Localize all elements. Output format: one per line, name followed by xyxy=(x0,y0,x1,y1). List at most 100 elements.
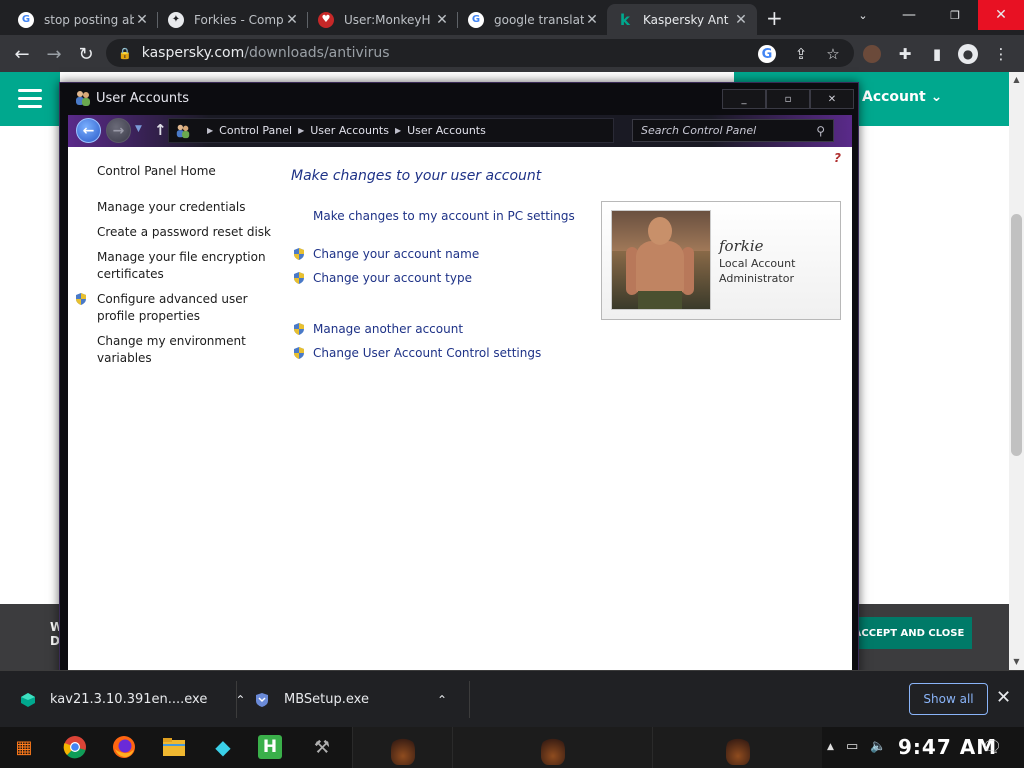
sidebar-password-reset-disk[interactable]: Create a password reset disk xyxy=(97,224,277,241)
account-role: Administrator xyxy=(719,272,794,285)
breadcrumb-control-panel[interactable]: Control Panel xyxy=(219,124,292,137)
show-all-button[interactable]: Show all xyxy=(909,683,988,715)
volume-icon[interactable]: 🔈 xyxy=(870,739,886,754)
extensions-icon[interactable]: ✚ xyxy=(894,43,916,65)
page-scrollbar[interactable]: ▲ ▼ xyxy=(1009,72,1024,670)
breadcrumb[interactable]: ▶ Control Panel ▶ User Accounts ▶ User A… xyxy=(168,118,614,143)
users-icon xyxy=(176,124,190,138)
scroll-up-icon[interactable]: ▲ xyxy=(1009,72,1024,87)
download-item[interactable]: kav21.3.10.391en....exe ⌃ xyxy=(20,671,245,728)
tray-overflow-icon[interactable]: ▲ xyxy=(827,742,834,752)
forward-icon[interactable]: → xyxy=(40,40,68,68)
close-button[interactable]: ✕ xyxy=(810,89,854,109)
tab-forkies[interactable]: ✦ Forkies - Comp ✕ xyxy=(158,4,308,35)
tab-title: Forkies - Comp xyxy=(194,12,284,27)
tab-stop-posting[interactable]: G stop posting ab ✕ xyxy=(8,4,158,35)
sidebar-advanced-profile[interactable]: Configure advanced user profile properti… xyxy=(97,291,267,325)
forward-arrow-icon[interactable]: → xyxy=(106,118,131,143)
tab-google-translate[interactable]: G google translat ✕ xyxy=(458,4,608,35)
maximize-button[interactable]: ▫ xyxy=(766,89,810,109)
manage-another-account-link[interactable]: Manage another account xyxy=(313,322,463,336)
google-lens-icon[interactable]: G xyxy=(758,45,776,63)
breadcrumb-separator-icon: ▶ xyxy=(298,126,305,135)
search-input[interactable]: Search Control Panel ⚲ xyxy=(632,119,834,142)
close-tab-icon[interactable]: ✕ xyxy=(134,12,150,28)
kaspersky-icon: k xyxy=(620,10,630,29)
search-icon[interactable]: ⚲ xyxy=(816,124,825,138)
download-item[interactable]: MBSetup.exe ⌃ xyxy=(254,671,447,728)
back-arrow-icon[interactable]: ← xyxy=(76,118,101,143)
uac-shield-icon xyxy=(294,248,304,260)
tab-user-monkey[interactable]: ♥ User:MonkeyH ✕ xyxy=(308,4,458,35)
uac-shield-icon xyxy=(294,347,304,359)
tab-search-icon[interactable]: ⌄ xyxy=(840,0,886,30)
close-tab-icon[interactable]: ✕ xyxy=(584,12,600,28)
scrollbar-thumb[interactable] xyxy=(1011,214,1022,456)
firefox-icon[interactable] xyxy=(110,733,138,761)
share-icon[interactable]: ⇪ xyxy=(790,43,812,65)
avatar xyxy=(611,210,711,310)
recent-pages-dropdown-icon[interactable]: ▼ xyxy=(135,124,142,134)
close-icon[interactable]: ✕ xyxy=(996,687,1011,708)
windows-taskbar: ▦ ◆ H ⚒ ▲ ▭ 🔈 9:47 AM 🗨 xyxy=(0,727,1024,768)
tool-icon[interactable]: ⚒ xyxy=(308,733,336,761)
download-filename: MBSetup.exe xyxy=(284,692,369,707)
help-icon[interactable]: ? xyxy=(834,151,841,165)
chevron-down-icon: ⌄ xyxy=(930,89,943,105)
uac-shield-icon xyxy=(294,272,304,284)
window-titlebar[interactable]: User Accounts _ ▫ ✕ xyxy=(60,83,860,115)
back-icon[interactable]: ← xyxy=(8,40,36,68)
browser-toolbar: ← → ↻ 🔒 kaspersky.com/downloads/antiviru… xyxy=(0,35,1024,72)
control-panel-content: ? Control Panel Home Manage your credent… xyxy=(68,147,852,675)
sidebar-file-encryption[interactable]: Manage your file encryption certificates xyxy=(97,249,267,283)
bookmark-star-icon[interactable]: ☆ xyxy=(822,43,844,65)
profile-extension-icon[interactable] xyxy=(863,45,881,63)
minimize-button[interactable]: _ xyxy=(722,89,766,109)
breadcrumb-user-accounts[interactable]: User Accounts xyxy=(310,124,389,137)
pc-settings-link[interactable]: Make changes to my account in PC setting… xyxy=(313,209,575,223)
close-window-button[interactable]: ✕ xyxy=(978,0,1024,30)
sidebar-environment-variables[interactable]: Change my environment variables xyxy=(97,333,267,367)
gem-icon[interactable]: ◆ xyxy=(209,733,237,761)
change-account-type-link[interactable]: Change your account type xyxy=(313,271,472,285)
hamburger-menu-icon[interactable] xyxy=(18,89,42,109)
sidebar-control-panel-home[interactable]: Control Panel Home xyxy=(97,163,267,180)
menu-icon[interactable]: ⋮ xyxy=(990,43,1012,65)
account-type: Local Account xyxy=(719,257,796,270)
breadcrumb-user-accounts-current[interactable]: User Accounts xyxy=(407,124,486,137)
breadcrumb-separator-icon: ▶ xyxy=(394,126,402,135)
close-tab-icon[interactable]: ✕ xyxy=(434,12,450,28)
start-icon[interactable]: ▦ xyxy=(10,733,38,761)
users-icon xyxy=(76,91,90,106)
sidebar-manage-credentials[interactable]: Manage your credentials xyxy=(97,199,267,216)
uac-shield-icon xyxy=(76,293,86,305)
network-icon[interactable]: ▭ xyxy=(846,739,858,754)
google-icon: G xyxy=(18,11,34,28)
fandom-icon: ✦ xyxy=(168,11,184,28)
tab-kaspersky[interactable]: k Kaspersky Ant ✕ xyxy=(607,4,757,35)
up-arrow-icon[interactable]: ↑ xyxy=(154,121,167,139)
h-app-icon[interactable]: H xyxy=(258,735,282,759)
restore-button[interactable]: ❐ xyxy=(932,0,978,30)
downloads-bar: kav21.3.10.391en....exe ⌃ MBSetup.exe ⌃ … xyxy=(0,670,1024,727)
side-panel-icon[interactable]: ▮ xyxy=(926,43,948,65)
accept-cookies-button[interactable]: ACCEPT AND CLOSE xyxy=(846,617,972,649)
chrome-icon[interactable] xyxy=(61,733,89,761)
scroll-down-icon[interactable]: ▼ xyxy=(1009,654,1024,669)
change-account-name-link[interactable]: Change your account name xyxy=(313,247,479,261)
wiki-icon: ♥ xyxy=(318,11,334,28)
explorer-nav-bar: ← → ▼ ↑ ▶ Control Panel ▶ User Accounts … xyxy=(68,115,852,147)
avatar[interactable]: ● xyxy=(958,44,978,64)
chevron-up-icon[interactable]: ⌃ xyxy=(437,693,447,707)
new-tab-button[interactable]: + xyxy=(766,6,783,30)
user-accounts-window: User Accounts _ ▫ ✕ ← → ▼ ↑ ▶ Control Pa… xyxy=(59,82,859,680)
address-bar[interactable]: 🔒 kaspersky.com/downloads/antivirus xyxy=(106,39,854,67)
reload-icon[interactable]: ↻ xyxy=(72,40,100,68)
notification-icon[interactable]: 🗨 xyxy=(982,737,1002,756)
close-tab-icon[interactable]: ✕ xyxy=(284,12,300,28)
file-explorer-icon[interactable] xyxy=(160,733,188,761)
uac-settings-link[interactable]: Change User Account Control settings xyxy=(313,346,541,360)
minimize-button[interactable]: — xyxy=(886,0,932,30)
account-menu[interactable]: Account ⌄ xyxy=(862,89,942,105)
close-tab-icon[interactable]: ✕ xyxy=(733,12,749,28)
